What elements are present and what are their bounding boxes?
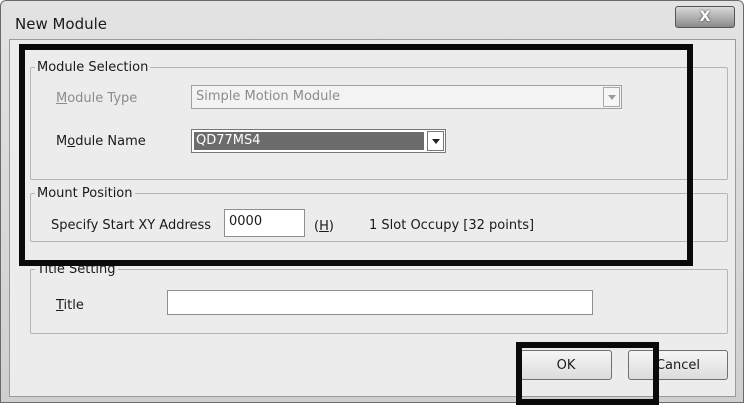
close-button[interactable]: X xyxy=(675,6,735,28)
module-name-label: Module Name xyxy=(56,134,146,149)
window-title: New Module xyxy=(15,15,108,33)
slot-occupy-info: 1 Slot Occupy [32 points] xyxy=(369,218,535,233)
module-name-value: QD77MS4 xyxy=(196,133,261,148)
title-bar: New Module X xyxy=(1,1,743,39)
title-label: Title xyxy=(56,298,84,313)
title-input[interactable] xyxy=(167,290,593,315)
module-type-select[interactable]: Simple Motion Module xyxy=(191,85,622,109)
mount-position-legend: Mount Position xyxy=(37,186,133,201)
chevron-down-icon[interactable] xyxy=(603,87,620,107)
module-selection-group: Module Selection xyxy=(30,60,728,180)
module-type-label: Module Type xyxy=(56,91,138,106)
chevron-down-icon[interactable] xyxy=(427,131,444,151)
cancel-button[interactable]: Cancel xyxy=(628,350,728,380)
start-address-input[interactable]: 0000 xyxy=(224,209,305,237)
start-address-label: Specify Start XY Address xyxy=(51,218,212,233)
close-icon: X xyxy=(699,9,711,25)
hex-unit-label: (H) xyxy=(314,219,334,234)
module-name-select[interactable]: QD77MS4 xyxy=(191,129,446,153)
module-type-value: Simple Motion Module xyxy=(196,89,340,104)
module-selection-legend: Module Selection xyxy=(37,60,149,75)
ok-button-label: OK xyxy=(556,357,576,373)
mount-position-group: Mount Position xyxy=(30,186,728,242)
title-setting-legend: Title Setting xyxy=(37,262,116,277)
dialog-body: Module Selection Module Type Simple Moti… xyxy=(9,39,736,397)
ok-button[interactable]: OK xyxy=(520,350,612,380)
new-module-dialog: New Module X Module Selection Module Typ… xyxy=(0,0,744,403)
cancel-button-label: Cancel xyxy=(655,357,701,373)
start-address-value: 0000 xyxy=(229,214,263,229)
